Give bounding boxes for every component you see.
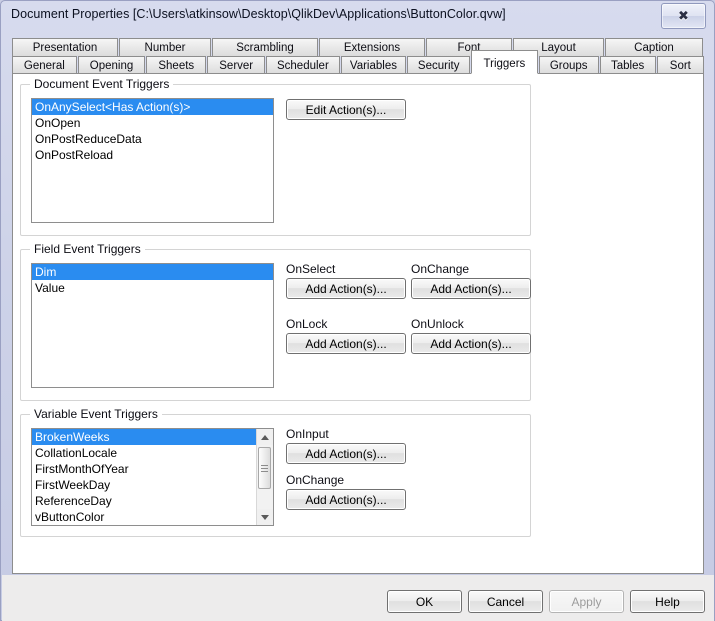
variable-event-triggers-group: Variable Event Triggers BrokenWeeks Colla…: [20, 407, 531, 537]
field-event-triggers-group: Field Event Triggers Dim Value OnSelect A…: [20, 242, 531, 401]
document-trigger-list-item[interactable]: OnOpen: [32, 115, 273, 131]
tab-caption[interactable]: Caption: [605, 38, 703, 56]
help-button[interactable]: Help: [630, 590, 705, 613]
tab-presentation[interactable]: Presentation: [12, 38, 118, 56]
variable-onchange-add-actions-button[interactable]: Add Action(s)...: [286, 489, 406, 510]
tab-variables[interactable]: Variables: [340, 56, 407, 74]
tab-label: Opening: [89, 59, 134, 72]
tab-label: Groups: [549, 59, 588, 72]
field-onchange-add-actions-button[interactable]: Add Action(s)...: [411, 278, 531, 299]
tab-label: Layout: [541, 41, 576, 54]
tab-triggers[interactable]: Triggers: [471, 50, 538, 74]
tab-label: Server: [219, 59, 254, 72]
tab-label: Triggers: [483, 58, 526, 70]
tab-label: Scrambling: [236, 41, 294, 54]
field-onchange-label: OnChange: [411, 262, 470, 276]
variable-oninput-label: OnInput: [286, 427, 329, 441]
scroll-up-arrow-icon: [261, 434, 269, 440]
field-onunlock-add-actions-button[interactable]: Add Action(s)...: [411, 333, 531, 354]
field-onunlock-label: OnUnlock: [411, 317, 464, 331]
tab-scheduler[interactable]: Scheduler: [266, 56, 340, 74]
tab-row-top: Presentation Number Scrambling Extensions Fo…: [12, 38, 704, 56]
title-bar: Document Properties [C:\Users\atkinsow\D…: [1, 1, 714, 34]
document-event-triggers-listbox[interactable]: OnAnySelect<Has Action(s)> OnOpen OnPostRe…: [31, 98, 274, 223]
tab-label: Number: [144, 41, 186, 54]
document-trigger-list-item[interactable]: OnAnySelect<Has Action(s)>: [32, 99, 273, 115]
document-trigger-list-item[interactable]: OnPostReduceData: [32, 131, 273, 147]
variable-trigger-list-item[interactable]: FirstMonthOfYear: [32, 461, 257, 477]
field-onlock-add-actions-button[interactable]: Add Action(s)...: [286, 333, 406, 354]
tab-strip: Presentation Number Scrambling Extensions Fo…: [12, 38, 704, 74]
apply-button: Apply: [549, 590, 624, 613]
tab-number[interactable]: Number: [119, 38, 211, 56]
document-event-triggers-group: Document Event Triggers OnAnySelect<Has …: [20, 77, 531, 236]
document-event-triggers-label: Document Event Triggers: [30, 77, 174, 91]
tab-label: Scheduler: [276, 59, 329, 72]
document-properties-dialog: Document Properties [C:\Users\atkinsow\D…: [0, 0, 715, 621]
field-event-triggers-label: Field Event Triggers: [30, 242, 145, 256]
tab-label: Sheets: [158, 59, 195, 72]
field-event-triggers-listbox[interactable]: Dim Value: [31, 263, 274, 388]
tab-label: Caption: [634, 41, 674, 54]
field-onselect-add-actions-button[interactable]: Add Action(s)...: [286, 278, 406, 299]
variable-oninput-add-actions-button[interactable]: Add Action(s)...: [286, 443, 406, 464]
variable-event-triggers-label: Variable Event Triggers: [30, 407, 162, 421]
tab-sheets[interactable]: Sheets: [146, 56, 207, 74]
close-icon: ✖: [678, 8, 689, 24]
scroll-up-button[interactable]: [257, 429, 273, 445]
scroll-down-arrow-icon: [261, 514, 269, 520]
close-button[interactable]: ✖: [661, 3, 706, 29]
edit-actions-button[interactable]: Edit Action(s)...: [286, 99, 406, 120]
variable-onchange-label: OnChange: [286, 473, 345, 487]
tab-content-panel: Document Event Triggers OnAnySelect<Has …: [12, 73, 704, 574]
tab-scrambling[interactable]: Scrambling: [212, 38, 318, 56]
tab-groups[interactable]: Groups: [538, 56, 599, 74]
tab-server[interactable]: Server: [207, 56, 266, 74]
variable-list-scrollbar[interactable]: [256, 429, 273, 525]
scrollbar-thumb[interactable]: [258, 447, 271, 489]
tab-security[interactable]: Security: [407, 56, 471, 74]
tab-general[interactable]: General: [12, 56, 77, 74]
tab-sort[interactable]: Sort: [656, 56, 704, 74]
tab-label: Sort: [669, 59, 691, 72]
variable-event-triggers-listbox[interactable]: BrokenWeeks CollationLocale FirstMonthOfYe…: [31, 428, 274, 526]
tab-label: Variables: [349, 59, 397, 72]
tab-tables[interactable]: Tables: [599, 56, 656, 74]
variable-trigger-list-item[interactable]: BrokenWeeks: [32, 429, 257, 445]
tab-extensions[interactable]: Extensions: [319, 38, 425, 56]
variable-trigger-list-item[interactable]: FirstWeekDay: [32, 477, 257, 493]
scroll-down-button[interactable]: [257, 509, 273, 525]
cancel-button[interactable]: Cancel: [468, 590, 543, 613]
field-onlock-label: OnLock: [286, 317, 328, 331]
tab-row-bottom: General Opening Sheets Server Scheduler Varia…: [12, 50, 704, 74]
ok-button[interactable]: OK: [387, 590, 462, 613]
dialog-footer: OK Cancel Apply Help: [2, 575, 714, 621]
tab-opening[interactable]: Opening: [77, 56, 146, 74]
window-title: Document Properties [C:\Users\atkinsow\D…: [11, 7, 506, 21]
tab-label: Tables: [611, 59, 645, 72]
tab-label: Presentation: [32, 41, 98, 54]
scrollbar-grip-icon: [261, 464, 268, 472]
tab-label: Security: [417, 59, 460, 72]
field-trigger-list-item[interactable]: Value: [32, 280, 273, 296]
variable-trigger-list-item[interactable]: CollationLocale: [32, 445, 257, 461]
field-onselect-label: OnSelect: [286, 262, 336, 276]
document-trigger-list-item[interactable]: OnPostReload: [32, 147, 273, 163]
variable-trigger-list-item[interactable]: vButtonColor: [32, 509, 257, 525]
tab-label: Extensions: [343, 41, 401, 54]
variable-trigger-list-item[interactable]: ReferenceDay: [32, 493, 257, 509]
field-trigger-list-item[interactable]: Dim: [32, 264, 273, 280]
tab-label: General: [23, 59, 65, 72]
